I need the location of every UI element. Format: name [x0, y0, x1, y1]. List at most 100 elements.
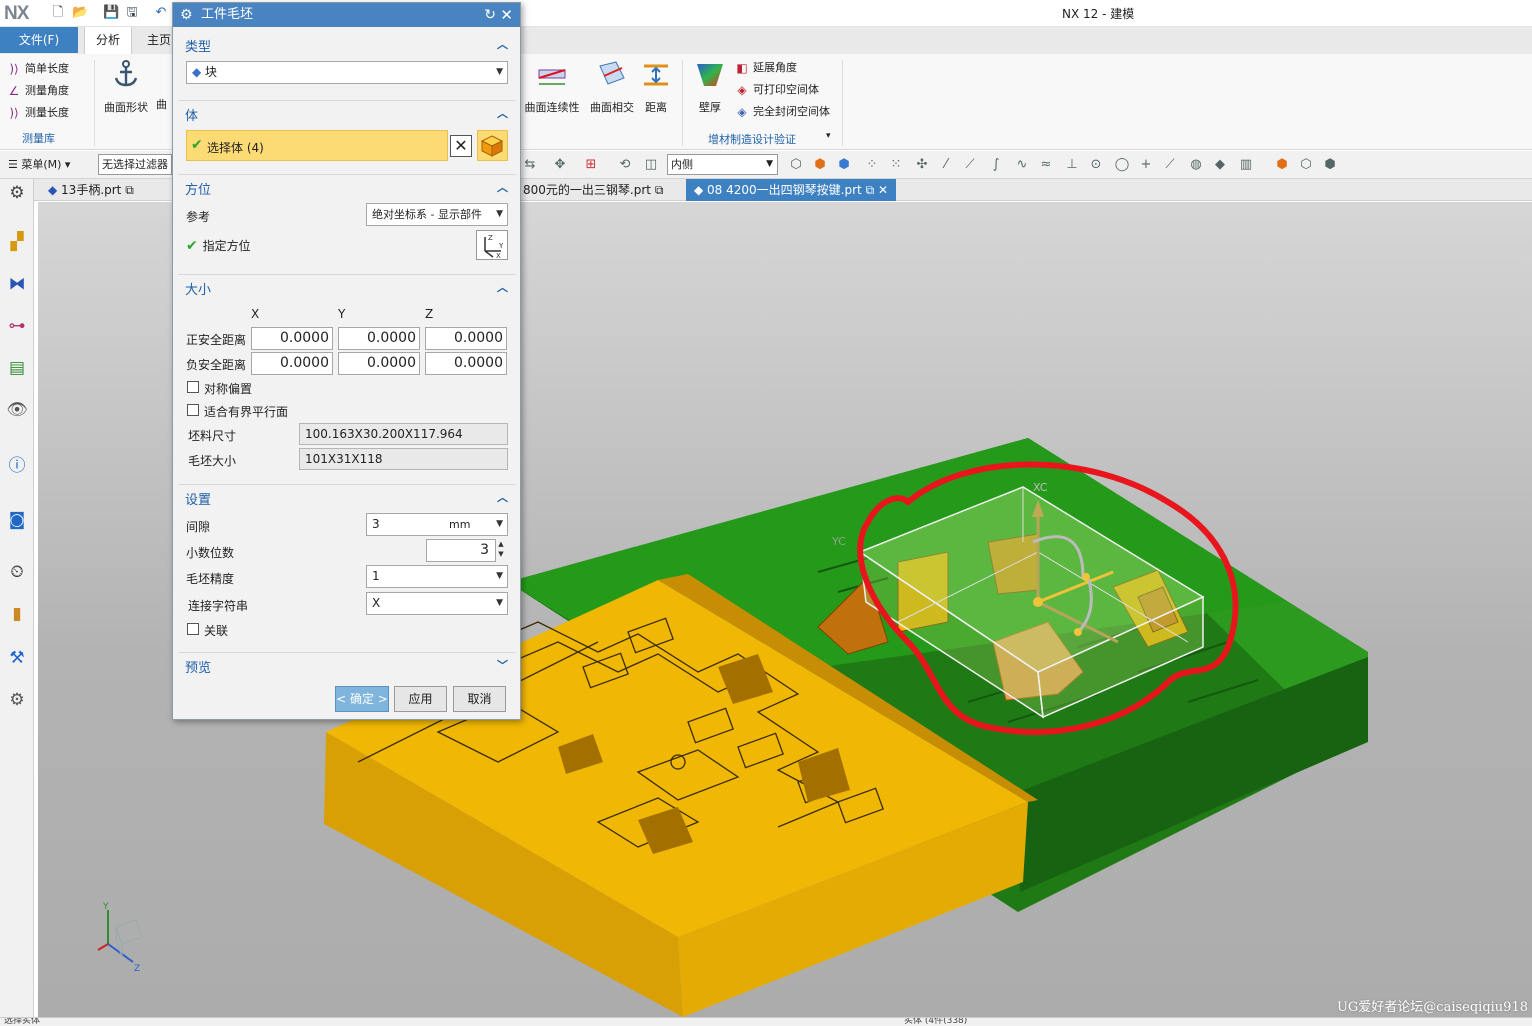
bar-icon[interactable]: ▥ — [1238, 157, 1254, 173]
positive-y-input[interactable]: 0.0000 — [338, 327, 420, 350]
info-icon[interactable]: ⓘ — [6, 455, 28, 477]
select-solid-button[interactable] — [477, 130, 508, 161]
tab-analysis[interactable]: 分析 — [84, 27, 133, 54]
orientation-section-header[interactable]: 方位 ︿ — [178, 174, 516, 198]
close-tab-icon[interactable]: ✕ — [878, 183, 888, 197]
close-icon[interactable]: ✕ — [500, 3, 513, 27]
cube-face-icon[interactable]: ⬡ — [1298, 157, 1314, 173]
diagonal-icon[interactable]: ⟋ — [962, 157, 978, 173]
preview-section-header[interactable]: 预览 ﹀ — [178, 652, 516, 676]
constraint-navigator-icon[interactable]: ⊶ — [6, 315, 28, 337]
view-icon[interactable]: ◫ — [643, 157, 659, 173]
surface-cut-label[interactable]: 曲 — [156, 96, 167, 112]
line-icon[interactable]: ⁄ — [938, 157, 954, 173]
cube-orange-icon[interactable]: ⬢ — [812, 157, 828, 173]
closed-void-button[interactable]: ◈ 完全封闭空间体 — [734, 103, 830, 119]
web-browser-icon[interactable]: ◙ — [6, 509, 28, 531]
plus-icon[interactable]: + — [1138, 157, 1154, 173]
inside-select[interactable]: 内侧 ▼ — [667, 154, 778, 175]
curve-icon[interactable]: ∫ — [988, 157, 1004, 173]
printable-void-button[interactable]: ◈ 可打印空间体 — [734, 81, 819, 97]
part-navigator-icon[interactable]: ▞ — [6, 231, 28, 253]
snap-point-icon[interactable]: ⁘ — [864, 157, 880, 173]
spline-icon[interactable]: ≈ — [1038, 157, 1054, 173]
decimals-spinner[interactable]: ▲ ▼ — [496, 539, 506, 561]
negative-z-input[interactable]: 0.0000 — [425, 352, 507, 375]
shaded-view-icon[interactable]: ⬡ — [788, 157, 804, 173]
apply-button[interactable]: 应用 — [394, 686, 447, 712]
wave-icon[interactable]: ∿ — [1014, 157, 1030, 173]
snap-node-icon[interactable]: ✣ — [914, 157, 930, 173]
gear-icon[interactable]: ⚙ — [180, 3, 193, 27]
wall-thickness-button[interactable]: 壁厚 — [680, 58, 740, 115]
gap-input[interactable]: 3 mm ▼ — [366, 513, 508, 536]
settings-section-header[interactable]: 设置 ︿ — [178, 484, 516, 508]
cube-select-icon[interactable]: ⬢ — [1274, 157, 1290, 173]
surface-shape-button[interactable]: 曲面形状 — [96, 58, 156, 115]
circle-center-icon[interactable]: ⊙ — [1088, 157, 1104, 173]
surface-continuity-button[interactable]: 曲面连续性 — [522, 58, 582, 115]
circle-quadrant-icon[interactable]: ◯ — [1114, 157, 1130, 173]
body-section-header[interactable]: 体 ︿ — [178, 100, 516, 124]
rotate-icon[interactable]: ⟲ — [617, 157, 633, 173]
decimals-input[interactable]: 3 — [426, 539, 496, 562]
roles-icon[interactable]: ⚙ — [6, 689, 28, 711]
new-file-icon[interactable]: 🗋 — [50, 5, 66, 21]
open-folder-icon[interactable]: 📂 — [72, 5, 88, 21]
doc-tab-2[interactable]: 800元的一出三钢琴.prt ⧉ — [515, 179, 671, 201]
selection-filter-select[interactable]: 无选择过滤器 — [98, 154, 172, 175]
deselect-button[interactable]: ✕ — [450, 135, 472, 157]
connector-select[interactable]: X ▼ — [366, 592, 508, 615]
dialog-title-bar[interactable]: ⚙ 工件毛坯 ↻ ✕ — [173, 3, 520, 27]
doc-tab-3[interactable]: ◆ 08 4200一出四钢琴按键.prt ⧉ ✕ — [686, 179, 897, 201]
positive-x-input[interactable]: 0.0000 — [251, 327, 333, 350]
associative-checkbox[interactable] — [187, 623, 199, 635]
surface-point-icon[interactable]: ◍ — [1188, 157, 1204, 173]
positive-z-input[interactable]: 0.0000 — [425, 327, 507, 350]
save-all-icon[interactable]: 🖫 — [124, 5, 140, 21]
size-section-header[interactable]: 大小 ︿ — [178, 274, 516, 298]
assembly-navigator-icon[interactable]: ⧓ — [6, 273, 28, 295]
reset-icon[interactable]: ↻ — [484, 3, 496, 27]
reference-select[interactable]: 绝对坐标系 - 显示部件 ▼ — [366, 203, 508, 226]
symmetric-offset-checkbox[interactable] — [187, 381, 199, 393]
history-icon[interactable]: ⏲ — [6, 561, 28, 583]
visibility-icon[interactable]: 👁 — [6, 399, 28, 421]
color-palette-icon[interactable]: ▮ — [6, 603, 28, 625]
distance-button[interactable]: 距离 — [626, 58, 686, 115]
reuse-library-icon[interactable]: ▤ — [6, 357, 28, 379]
extend-angle-button[interactable]: ◧ 延展角度 — [734, 59, 797, 75]
undo-icon[interactable]: ↶ — [153, 5, 169, 21]
menu-button[interactable]: ☰ 菜单(M) ▾ — [8, 156, 70, 172]
precision-select[interactable]: 1 ▼ — [366, 565, 508, 588]
doc-tab-1[interactable]: ◆ 13手柄.prt ⧉ — [40, 179, 142, 201]
measure-angle-button[interactable]: ∠ 测量角度 — [6, 82, 69, 98]
snap-icon[interactable]: ⇆ — [522, 157, 538, 173]
gear-icon[interactable]: ⚙ — [6, 182, 28, 204]
type-select[interactable]: ◆ 块 ▼ — [186, 61, 508, 84]
cancel-button[interactable]: 取消 — [453, 686, 506, 712]
fit-bounded-plane-checkbox[interactable] — [187, 404, 199, 416]
negative-x-input[interactable]: 0.0000 — [251, 352, 333, 375]
tangent-icon[interactable]: ⟋ — [1162, 157, 1178, 173]
process-studio-icon[interactable]: ⚒ — [6, 647, 28, 669]
chevron-down-icon: ▼ — [496, 598, 503, 608]
csys-dialog-button[interactable]: ZYX — [476, 230, 508, 260]
snap-grid-icon[interactable]: ⁙ — [888, 157, 904, 173]
group-expand-arrow[interactable]: ▾ — [826, 131, 831, 141]
negative-y-input[interactable]: 0.0000 — [338, 352, 420, 375]
svg-text:X: X — [496, 252, 501, 259]
face-icon[interactable]: ◆ — [1212, 157, 1228, 173]
tab-file[interactable]: 文件(F) — [0, 27, 78, 53]
point-icon[interactable]: ⊞ — [583, 157, 599, 173]
ok-button[interactable]: < 确定 > — [335, 686, 389, 712]
measure-length-button[interactable]: )⟩ 测量长度 — [6, 104, 69, 120]
cube-blue-icon[interactable]: ⬢ — [836, 157, 852, 173]
cube-body-icon[interactable]: ⬢ — [1322, 157, 1338, 173]
move-handle-icon[interactable]: ✥ — [552, 157, 568, 173]
perpendicular-icon[interactable]: ⊥ — [1064, 157, 1080, 173]
simple-length-button[interactable]: )⟩ 简单长度 — [6, 60, 69, 76]
save-icon[interactable]: 💾 — [103, 5, 119, 21]
select-body-row[interactable]: ✔ 选择体 (4) — [186, 130, 448, 161]
type-section-header[interactable]: 类型 ︿ — [178, 32, 516, 56]
